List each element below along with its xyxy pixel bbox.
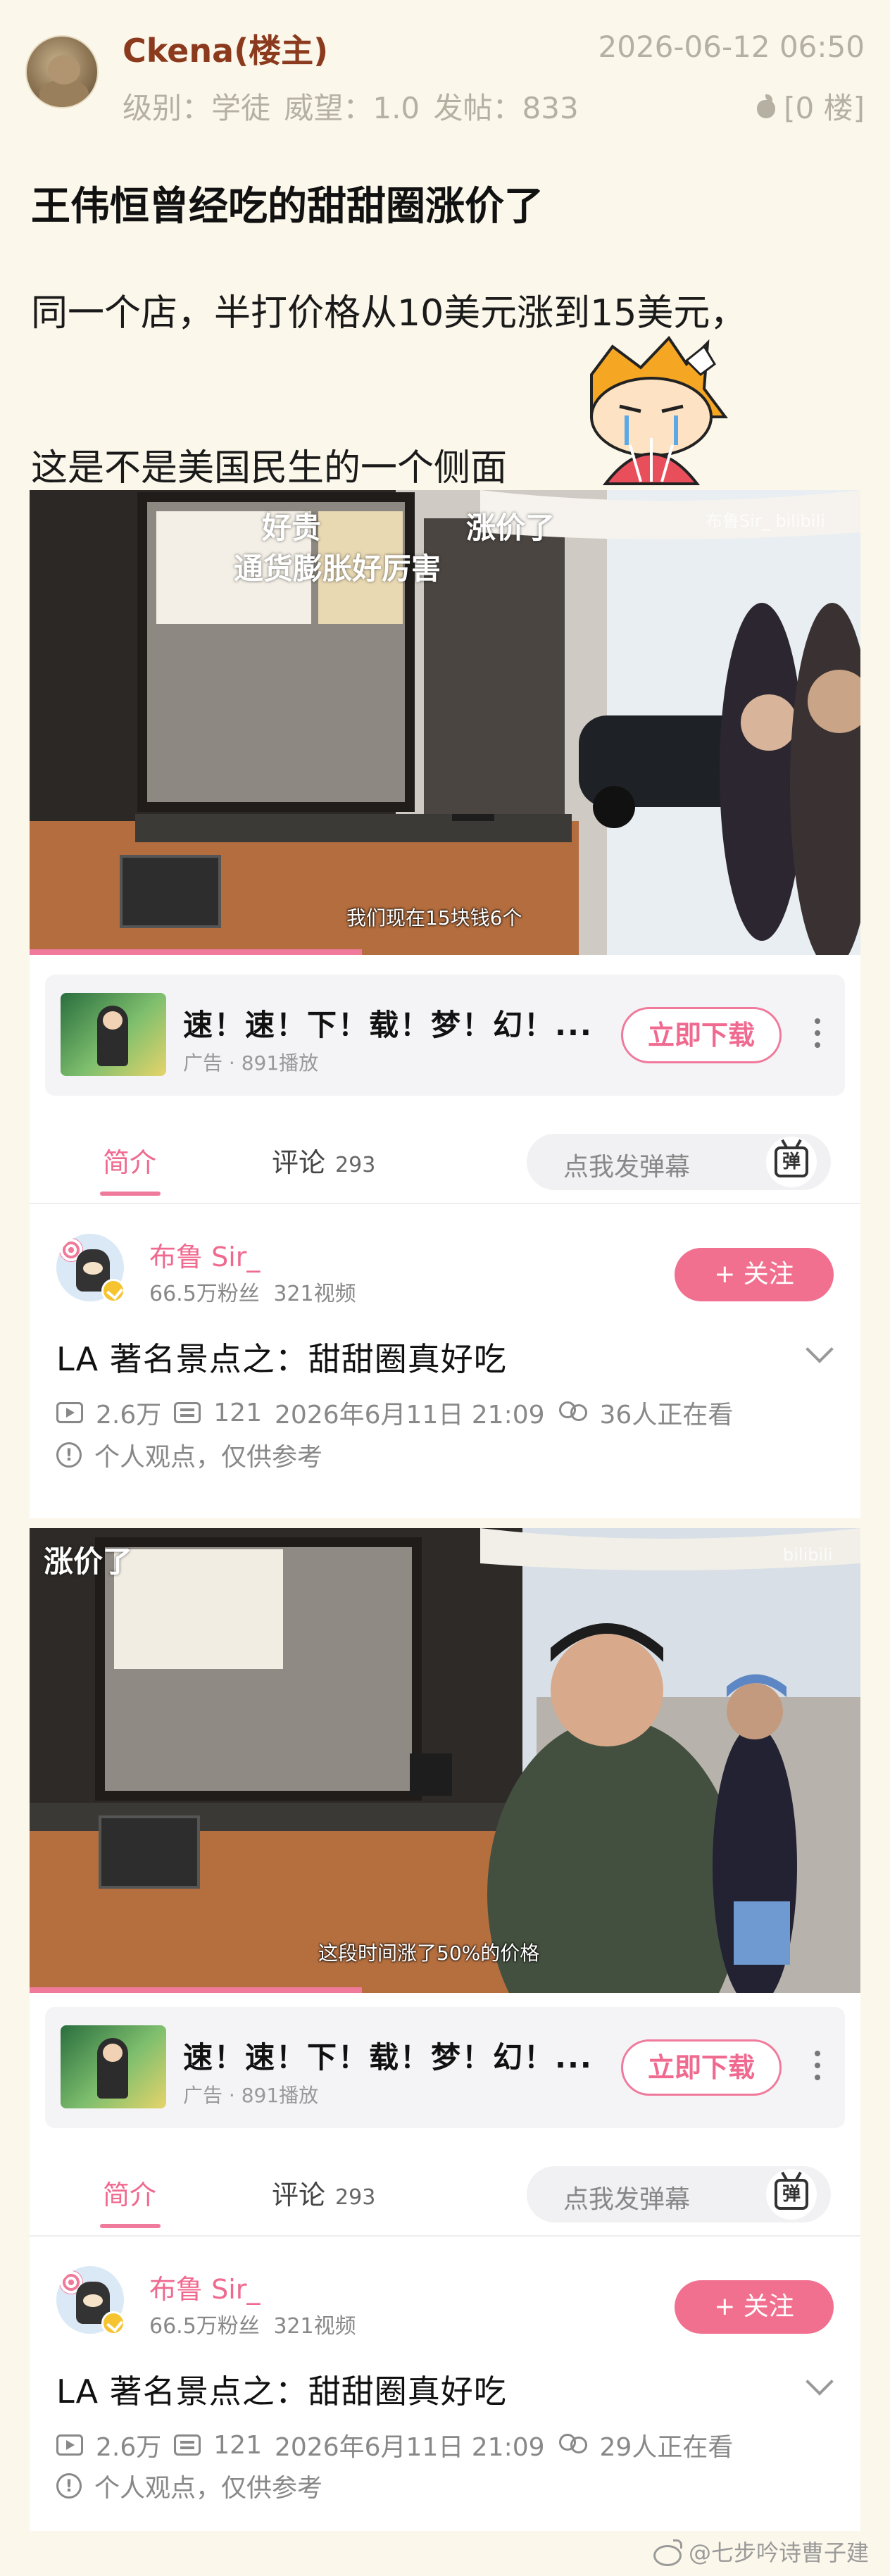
tab-comments[interactable]: 评论 293 [272, 2173, 375, 2212]
uploader-name[interactable]: 布鲁 Sir_ [149, 2268, 260, 2306]
watching-count: 29人正在看 [599, 2433, 734, 2462]
video-screenshot-2: 涨价了 bilibili 这段时间涨了50%的价格 速！速！下！载！梦！幻！..… [30, 1528, 860, 2531]
danmu-input[interactable]: 点我发弹幕 弹 [527, 1134, 831, 1190]
crying-sticker-icon [590, 335, 728, 485]
play-count: 2.6万 [96, 2433, 162, 2462]
info-icon: ! [56, 2473, 82, 2499]
author-name[interactable]: Ckena(楼主) [123, 25, 328, 72]
danmu-toggle-icon[interactable]: 弹 [766, 1137, 817, 1187]
follow-button[interactable]: + 关注 [675, 2280, 834, 2334]
tab-bar: 简介 评论 293 点我发弹幕 弹 [30, 1113, 860, 1204]
video-stats: 2.6万 121 2026年6月11日 21:09 29人正在看 [56, 2427, 733, 2463]
video-overlay-text: 涨价了 [466, 511, 556, 545]
post-text-line: 同一个店，半打价格从10美元涨到15美元， [31, 292, 747, 334]
watching-icon [558, 2434, 587, 2456]
comment-count: 293 [335, 1153, 376, 1177]
tab-comments-label: 评论 [272, 1147, 326, 1178]
video-frame[interactable]: 涨价了 bilibili 这段时间涨了50%的价格 [30, 1528, 860, 1993]
download-button[interactable]: 立即下载 [621, 1007, 782, 1063]
play-count-icon [56, 1402, 83, 1423]
danmu-toggle-icon[interactable]: 弹 [766, 2169, 817, 2220]
post-header: Ckena(楼主) 2026-06-12 06:50 级别：学徒 威望：1.0 … [0, 0, 890, 148]
footer-watermark-text: @七步吟诗曹子建 [688, 2539, 869, 2566]
disclaimer-row: ! 个人观点，仅供参考 [56, 2468, 322, 2504]
danmu-icon-label: 弹 [775, 2179, 808, 2210]
chevron-down-icon[interactable] [806, 1335, 834, 1363]
video-frame[interactable]: 好贵 通货膨胀好厉害 涨价了 布鲁Sir_ bilibili 我们现在15块钱6… [30, 490, 860, 955]
video-subtitle: 我们现在15块钱6个 [346, 906, 522, 930]
more-options-icon[interactable] [814, 1018, 821, 1053]
play-count-icon [56, 2434, 83, 2456]
video-watermark: bilibili [783, 1545, 833, 1565]
ad-subtitle: 广告 · 891播放 [183, 1051, 319, 1075]
author-avatar[interactable] [25, 35, 99, 108]
danmu-placeholder: 点我发弹幕 [563, 1153, 691, 1182]
download-button[interactable]: 立即下载 [621, 2039, 782, 2096]
post-text-line: 这是不是美国民生的一个侧面 [31, 447, 508, 489]
ad-subtitle: 广告 · 891播放 [183, 2084, 319, 2107]
danmu-input[interactable]: 点我发弹幕 弹 [527, 2166, 831, 2222]
danmu-count-icon [174, 1402, 201, 1423]
watching-count: 36人正在看 [599, 1401, 734, 1430]
disclaimer-text: 个人观点，仅供参考 [94, 2474, 323, 2503]
watching-icon [558, 1401, 587, 1424]
play-count: 2.6万 [96, 1401, 162, 1430]
video-overlay-text: 通货膨胀好厉害 [234, 551, 441, 586]
video-overlay-text: 好贵 [262, 511, 322, 545]
verified-badge-icon [101, 1279, 125, 1303]
video-overlay-text: 涨价了 [44, 1544, 133, 1579]
danmu-placeholder: 点我发弹幕 [563, 2185, 691, 2214]
ad-banner[interactable]: 速！速！下！载！梦！幻！... 广告 · 891播放 立即下载 [45, 2007, 845, 2128]
danmu-count-icon [174, 2434, 201, 2456]
floor-info: [0 楼] [756, 85, 865, 127]
floor-label: [0 楼] [784, 91, 865, 125]
uploader-stats: 66.5万粉丝 321视频 [149, 2314, 356, 2339]
tab-comments[interactable]: 评论 293 [272, 1141, 375, 1180]
tab-bar: 简介 评论 293 点我发弹幕 弹 [30, 2145, 860, 2237]
verified-badge-icon [101, 2311, 125, 2335]
danmu-icon-label: 弹 [775, 1146, 808, 1177]
ad-banner[interactable]: 速！速！下！载！梦！幻！... 广告 · 891播放 立即下载 [45, 975, 845, 1096]
video-screenshot-1: 好贵 通货膨胀好厉害 涨价了 布鲁Sir_ bilibili 我们现在15块钱6… [30, 490, 860, 1518]
video-watermark: 布鲁Sir_ bilibili [706, 511, 825, 531]
tab-indicator [100, 2224, 161, 2228]
video-scene [30, 490, 860, 955]
video-title: LA 著名景点之：甜甜圈真好吃 [56, 2372, 507, 2411]
tab-indicator [100, 1192, 161, 1196]
danmu-count: 121 [213, 2430, 262, 2460]
more-options-icon[interactable] [814, 2051, 821, 2086]
ad-thumbnail [61, 993, 166, 1076]
video-progress-bar[interactable] [30, 949, 362, 955]
tab-intro[interactable]: 简介 [103, 2173, 156, 2212]
video-stats: 2.6万 121 2026年6月11日 21:09 36人正在看 [56, 1394, 733, 1431]
ad-thumbnail [61, 2025, 166, 2108]
ad-title: 速！速！下！载！梦！幻！... [183, 2040, 593, 2075]
danmu-count: 121 [213, 1398, 262, 1427]
publish-date: 2026年6月11日 21:09 [274, 1401, 545, 1430]
uploader-stats: 66.5万粉丝 321视频 [149, 1282, 356, 1306]
follow-button[interactable]: + 关注 [675, 1248, 834, 1301]
video-scene [30, 1528, 860, 1993]
author-meta: 级别：学徒 威望：1.0 发帖：833 [123, 91, 579, 125]
post-title: 王伟恒曾经吃的甜甜圈涨价了 [31, 184, 544, 230]
weibo-icon [652, 2539, 683, 2566]
uploader-row: 布鲁 Sir_ 66.5万粉丝 321视频 + 关注 [30, 1220, 860, 1311]
video-progress-bar[interactable] [30, 1987, 362, 1993]
post-time: 2026-06-12 06:50 [598, 30, 865, 64]
info-icon: ! [56, 1442, 82, 1468]
footer-watermark: @七步吟诗曹子建 [652, 2535, 869, 2568]
ad-title: 速！速！下！载！梦！幻！... [183, 1008, 593, 1042]
uploader-row: 布鲁 Sir_ 66.5万粉丝 321视频 + 关注 [30, 2252, 860, 2344]
disclaimer-row: ! 个人观点，仅供参考 [56, 1437, 322, 1473]
tab-intro[interactable]: 简介 [103, 1141, 156, 1180]
uploader-name[interactable]: 布鲁 Sir_ [149, 1235, 260, 1274]
video-subtitle: 这段时间涨了50%的价格 [318, 1942, 540, 1965]
chevron-down-icon[interactable] [806, 2368, 834, 2396]
apple-icon [756, 94, 777, 118]
video-title: LA 著名景点之：甜甜圈真好吃 [56, 1340, 507, 1378]
comment-count: 293 [335, 2185, 376, 2210]
publish-date: 2026年6月11日 21:09 [274, 2433, 545, 2462]
tab-comments-label: 评论 [272, 2180, 326, 2211]
disclaimer-text: 个人观点，仅供参考 [94, 1443, 323, 1472]
